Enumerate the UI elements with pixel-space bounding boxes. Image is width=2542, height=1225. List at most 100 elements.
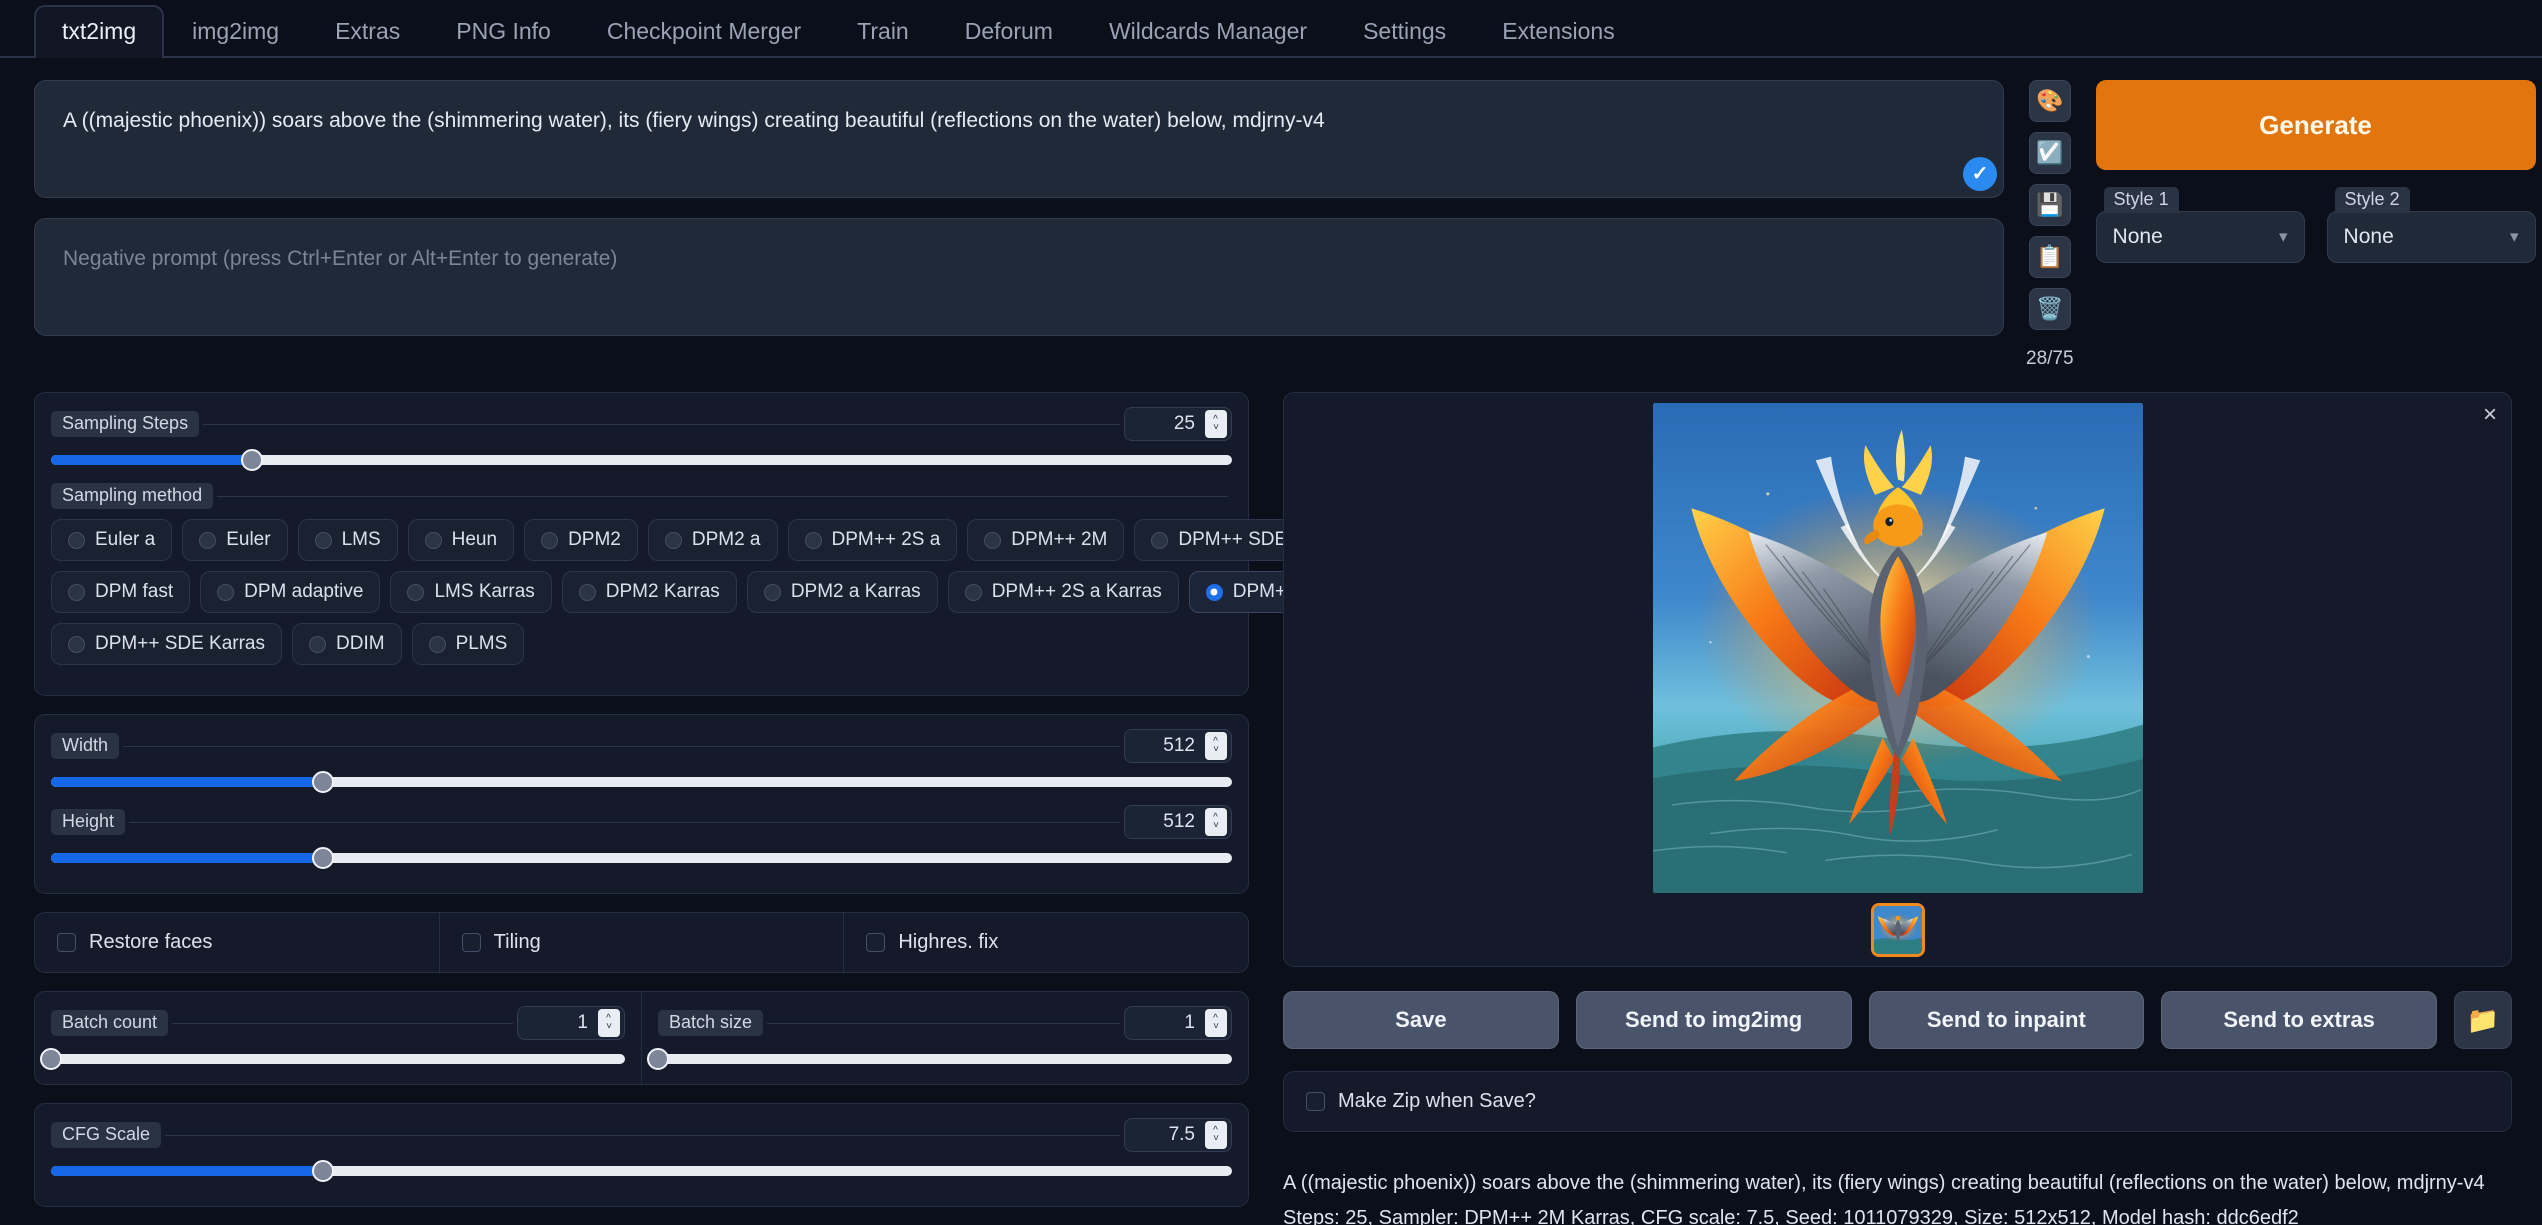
- sampling-steps-stepper[interactable]: ^˅: [1205, 410, 1227, 438]
- tab-txt2img[interactable]: txt2img: [34, 5, 164, 58]
- sampler-option-dpm-2s-a[interactable]: DPM++ 2S a: [788, 519, 958, 561]
- sampler-option-label: Heun: [452, 529, 497, 551]
- chevron-down-icon: ▾: [2510, 227, 2519, 247]
- width-label: Width: [51, 733, 119, 759]
- slider-handle[interactable]: [312, 771, 334, 793]
- sampler-option-dpm-sde-karras[interactable]: DPM++ SDE Karras: [51, 623, 282, 665]
- tab-png-info[interactable]: PNG Info: [428, 5, 579, 58]
- sampler-option-heun[interactable]: Heun: [408, 519, 514, 561]
- checkbox-box[interactable]: [866, 933, 885, 952]
- make-zip-checkbox[interactable]: Make Zip when Save?: [1283, 1071, 2512, 1132]
- checkbox-box[interactable]: [462, 933, 481, 952]
- tab-deforum[interactable]: Deforum: [937, 5, 1081, 58]
- floppy-disk-icon[interactable]: 💾: [2029, 184, 2071, 226]
- tab-extensions[interactable]: Extensions: [1474, 5, 1643, 58]
- slider-handle[interactable]: [647, 1048, 669, 1070]
- batch-count-stepper[interactable]: ^˅: [598, 1009, 620, 1037]
- toggle-restore-faces[interactable]: Restore faces: [35, 913, 440, 972]
- make-zip-checkbox-box[interactable]: [1306, 1092, 1325, 1111]
- radio-indicator: [309, 636, 326, 653]
- positive-prompt-input[interactable]: A ((majestic phoenix)) soars above the (…: [34, 80, 2004, 198]
- generation-info: A ((majestic phoenix)) soars above the (…: [1283, 1166, 2512, 1225]
- sampling-method-header: Sampling method: [51, 483, 1232, 509]
- palette-icon[interactable]: 🎨: [2029, 80, 2071, 122]
- generate-button[interactable]: Generate: [2096, 80, 2536, 170]
- sampler-option-dpm2-karras[interactable]: DPM2 Karras: [562, 571, 737, 613]
- generated-image[interactable]: [1653, 403, 2143, 893]
- send-to-inpaint-button[interactable]: Send to inpaint: [1869, 991, 2145, 1049]
- height-slider[interactable]: [51, 853, 1232, 863]
- negative-prompt-placeholder: Negative prompt (press Ctrl+Enter or Alt…: [63, 247, 617, 270]
- sampler-option-dpm-2m[interactable]: DPM++ 2M: [967, 519, 1124, 561]
- slider-handle[interactable]: [312, 1160, 334, 1182]
- negative-prompt-input[interactable]: Negative prompt (press Ctrl+Enter or Alt…: [34, 218, 2004, 336]
- sampler-option-euler-a[interactable]: Euler a: [51, 519, 172, 561]
- sampler-option-dpm-2s-a-karras[interactable]: DPM++ 2S a Karras: [948, 571, 1179, 613]
- sampling-steps-number-input[interactable]: 25 ^˅: [1124, 407, 1232, 441]
- tab-checkpoint-merger[interactable]: Checkpoint Merger: [579, 5, 829, 58]
- save-button[interactable]: Save: [1283, 991, 1559, 1049]
- batch-size-stepper[interactable]: ^˅: [1205, 1009, 1227, 1037]
- batch-size-number-input[interactable]: 1 ^˅: [1124, 1006, 1232, 1040]
- checkbox-blue-icon[interactable]: ☑️: [2029, 132, 2071, 174]
- sampling-steps-label: Sampling Steps: [51, 411, 199, 437]
- sampler-option-label: PLMS: [456, 633, 508, 655]
- styles-row: Style 1None▾Style 2None▾: [2096, 187, 2536, 263]
- width-number-input[interactable]: 512 ^˅: [1124, 729, 1232, 763]
- batch-count-slider[interactable]: [51, 1054, 625, 1064]
- sampler-option-dpm-fast[interactable]: DPM fast: [51, 571, 190, 613]
- tab-settings[interactable]: Settings: [1335, 5, 1474, 58]
- batch-size-slider[interactable]: [658, 1054, 1232, 1064]
- sampler-option-dpm-sde[interactable]: DPM++ SDE: [1134, 519, 1304, 561]
- open-folder-icon[interactable]: 📁: [2454, 991, 2512, 1049]
- send-to-extras-button[interactable]: Send to extras: [2161, 991, 2437, 1049]
- radio-indicator: [68, 584, 85, 601]
- sampler-option-label: DPM++ 2S a Karras: [992, 581, 1162, 603]
- sampling-group: Sampling Steps 25 ^˅ Sampling method Eul…: [34, 392, 1249, 696]
- close-icon[interactable]: ×: [2483, 403, 2497, 427]
- sampling-method-options: Euler aEulerLMSHeunDPM2DPM2 aDPM++ 2S aD…: [51, 519, 1232, 665]
- tab-train[interactable]: Train: [829, 5, 937, 58]
- style-1-select[interactable]: None▾: [2096, 211, 2305, 263]
- sampler-option-dpm2-a-karras[interactable]: DPM2 a Karras: [747, 571, 938, 613]
- style-2-select[interactable]: None▾: [2327, 211, 2536, 263]
- width-stepper[interactable]: ^˅: [1205, 732, 1227, 760]
- sampler-option-lms-karras[interactable]: LMS Karras: [390, 571, 551, 613]
- gallery-thumbnail[interactable]: [1871, 903, 1925, 957]
- sampler-option-ddim[interactable]: DDIM: [292, 623, 402, 665]
- toggle-highres-fix[interactable]: Highres. fix: [844, 913, 1248, 972]
- slider-handle[interactable]: [40, 1048, 62, 1070]
- sampler-option-dpm2-a[interactable]: DPM2 a: [648, 519, 778, 561]
- sampler-option-plms[interactable]: PLMS: [412, 623, 525, 665]
- cfg-scale-stepper[interactable]: ^˅: [1205, 1121, 1227, 1149]
- sampler-option-dpm2[interactable]: DPM2: [524, 519, 638, 561]
- trash-icon[interactable]: 🗑️: [2029, 288, 2071, 330]
- cfg-scale-slider[interactable]: [51, 1166, 1232, 1176]
- slider-handle[interactable]: [241, 449, 263, 471]
- prompt-confirm-check-icon[interactable]: ✓: [1963, 157, 1997, 191]
- height-stepper[interactable]: ^˅: [1205, 808, 1227, 836]
- tab-extras[interactable]: Extras: [307, 5, 428, 58]
- sampler-option-euler[interactable]: Euler: [182, 519, 287, 561]
- prompt-area: A ((majestic phoenix)) soars above the (…: [0, 58, 2542, 370]
- tab-wildcards-manager[interactable]: Wildcards Manager: [1081, 5, 1335, 58]
- height-number-input[interactable]: 512 ^˅: [1124, 805, 1232, 839]
- style-1-field: Style 1None▾: [2096, 187, 2305, 263]
- cfg-scale-number-input[interactable]: 7.5 ^˅: [1124, 1118, 1232, 1152]
- toggle-tiling[interactable]: Tiling: [440, 913, 845, 972]
- batch-count-number-input[interactable]: 1 ^˅: [517, 1006, 625, 1040]
- tab-img2img[interactable]: img2img: [164, 5, 307, 58]
- divider-rule: [129, 822, 1120, 823]
- sampler-option-label: DPM2 Karras: [606, 581, 720, 603]
- clipboard-icon[interactable]: 📋: [2029, 236, 2071, 278]
- slider-handle[interactable]: [312, 847, 334, 869]
- style-1-label: Style 1: [2104, 187, 2179, 213]
- width-slider[interactable]: [51, 777, 1232, 787]
- sampler-option-dpm-adaptive[interactable]: DPM adaptive: [200, 571, 380, 613]
- send-to-img2img-button[interactable]: Send to img2img: [1576, 991, 1852, 1049]
- sampler-option-lms[interactable]: LMS: [298, 519, 398, 561]
- sampler-option-label: DPM2 a Karras: [791, 581, 921, 603]
- sampling-steps-slider[interactable]: [51, 455, 1232, 465]
- checkbox-box[interactable]: [57, 933, 76, 952]
- divider-rule: [123, 746, 1120, 747]
